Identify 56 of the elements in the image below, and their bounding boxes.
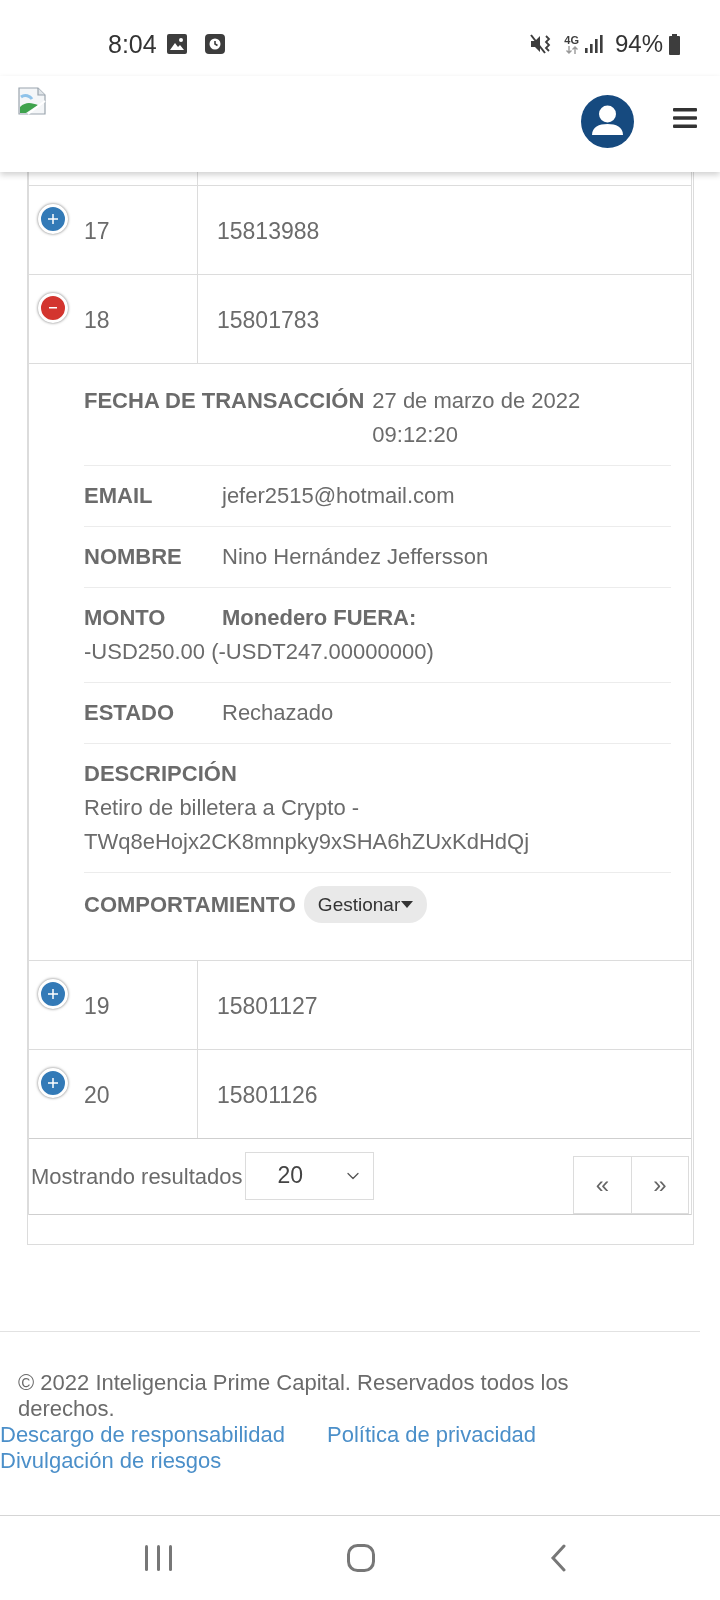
page-size-select[interactable]: 20 <box>244 1151 374 1200</box>
battery-percent: 94% <box>614 32 663 56</box>
row-number: 19 <box>84 991 110 1021</box>
detail-label: DESCRIPCIÓN <box>84 760 237 788</box>
amount-value: -USD250.00 (-USDT247.00000000) <box>84 638 434 666</box>
detail-label: COMPORTAMIENTO <box>84 890 297 919</box>
page-size-value: 20 <box>277 1161 304 1191</box>
detail-label: EMAIL <box>84 482 154 510</box>
muted-vibrate-icon <box>530 34 553 54</box>
transaction-id: 15813988 <box>217 216 320 246</box>
next-page-button[interactable]: » <box>632 1156 688 1213</box>
recent-apps-icon[interactable] <box>145 1545 172 1571</box>
data-arrows-icon <box>564 45 579 54</box>
transaction-id: 15801126 <box>217 1080 318 1110</box>
menu-icon[interactable] <box>673 108 697 128</box>
row-number: 17 <box>84 216 110 246</box>
detail-label: MONTO <box>84 604 167 632</box>
home-icon[interactable] <box>347 1544 375 1572</box>
footer-link[interactable]: Divulgación de riesgos <box>0 1448 222 1474</box>
detail-value: Nino Hernández Jeffersson <box>222 543 490 571</box>
expand-button[interactable] <box>38 204 68 234</box>
detail-value: 27 de marzo de 2022 09:12:20 <box>372 387 582 449</box>
manage-dropdown-button[interactable]: Gestionar <box>303 886 428 923</box>
status-time: 8:04 <box>108 31 157 57</box>
amount-heading: Monedero FUERA: <box>222 604 417 632</box>
user-avatar-icon[interactable] <box>581 95 634 148</box>
copyright-text: © 2022 Inteligencia Prime Capital. Reservados todos los derechos. <box>17 1370 570 1422</box>
plus-icon <box>48 1078 58 1088</box>
row-number: 18 <box>84 305 110 335</box>
expand-button[interactable] <box>38 979 68 1009</box>
footer-link[interactable]: Descargo de responsabilidad <box>0 1422 285 1448</box>
description-text: Retiro de billetera a Crypto - TWq8eHojx2CK8mnpky9xSHA6hZUxKdHdQj <box>84 794 531 856</box>
network-type: 4G <box>564 34 579 46</box>
plus-icon <box>48 214 58 224</box>
caret-icon <box>401 901 414 908</box>
image-icon <box>166 34 187 54</box>
transaction-id: 15801127 <box>217 991 318 1021</box>
back-icon[interactable] <box>550 1544 566 1572</box>
plus-icon <box>48 989 58 999</box>
collapse-button[interactable] <box>38 293 68 323</box>
broken-image-icon <box>18 87 46 115</box>
detail-value: Rechazado <box>222 699 335 727</box>
clock-icon <box>204 34 225 54</box>
detail-label: FECHA DE TRANSACCIÓN <box>84 387 366 415</box>
expand-button[interactable] <box>38 1068 68 1098</box>
previous-page-button[interactable]: « <box>574 1156 632 1213</box>
detail-value: jefer2515@hotmail.com <box>222 482 456 510</box>
battery-icon <box>669 33 680 55</box>
detail-label: ESTADO <box>84 699 176 727</box>
footer-link[interactable]: Política de privacidad <box>326 1422 537 1448</box>
minus-icon <box>49 307 57 309</box>
transaction-id: 15801783 <box>217 305 320 335</box>
results-label: Mostrando resultados <box>31 1163 243 1191</box>
detail-label: NOMBRE <box>84 543 183 571</box>
signal-icon <box>584 35 603 53</box>
row-number: 20 <box>84 1080 110 1110</box>
